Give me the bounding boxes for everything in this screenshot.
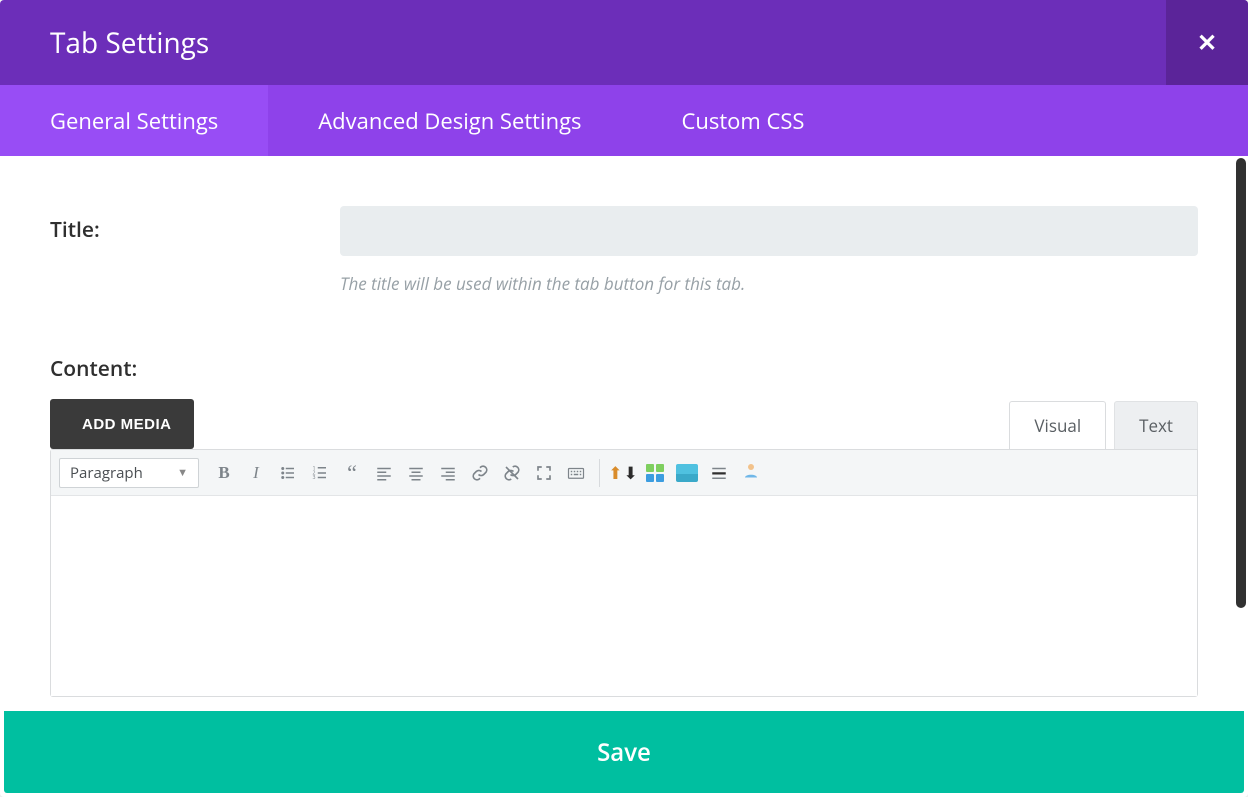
editor-tab-visual[interactable]: Visual <box>1009 401 1106 449</box>
align-left-button[interactable] <box>369 458 399 488</box>
unlink-icon <box>503 464 521 482</box>
chevron-down-icon: ▼ <box>177 465 188 480</box>
highlight-icon <box>676 464 698 482</box>
fullscreen-button[interactable] <box>529 458 559 488</box>
highlight-button[interactable] <box>672 458 702 488</box>
wysiwyg-editor: Paragraph ▼ B I 123 <box>50 449 1198 697</box>
editor-toolbar: Paragraph ▼ B I 123 <box>51 450 1197 496</box>
columns-button[interactable] <box>640 458 670 488</box>
align-left-icon <box>375 464 393 482</box>
number-list-icon: 123 <box>311 464 329 482</box>
vertical-scrollbar[interactable] <box>1236 158 1246 608</box>
quote-icon: “ <box>347 467 357 478</box>
add-media-button[interactable]: ADD MEDIA <box>50 399 194 449</box>
save-label: Save <box>597 736 651 769</box>
tab-advanced-design-settings[interactable]: Advanced Design Settings <box>268 85 631 156</box>
unlink-button[interactable] <box>497 458 527 488</box>
title-hint: The title will be used within the tab bu… <box>340 272 1198 295</box>
field-row-title: Title: The title will be used within the… <box>50 206 1198 295</box>
align-center-button[interactable] <box>401 458 431 488</box>
editor-tab-label: Visual <box>1034 414 1081 437</box>
bold-button[interactable]: B <box>209 458 239 488</box>
add-media-label: ADD MEDIA <box>82 416 172 433</box>
save-button[interactable]: Save <box>4 711 1244 793</box>
modal-body: Title: The title will be used within the… <box>0 156 1248 712</box>
close-icon: ✕ <box>1197 26 1217 59</box>
swap-button[interactable]: ⬆⬇ <box>608 458 638 488</box>
align-right-icon <box>439 464 457 482</box>
columns-icon <box>646 464 664 482</box>
bullet-list-icon <box>279 464 297 482</box>
align-center-icon <box>407 464 425 482</box>
blockquote-button[interactable]: “ <box>337 458 367 488</box>
editor-tab-text[interactable]: Text <box>1114 401 1198 449</box>
editor-tab-label: Text <box>1139 414 1173 437</box>
format-select[interactable]: Paragraph ▼ <box>59 458 199 488</box>
hr-button[interactable] <box>704 458 734 488</box>
italic-icon: I <box>253 463 259 483</box>
swap-icon: ⬆⬇ <box>608 461 638 484</box>
align-right-button[interactable] <box>433 458 463 488</box>
italic-button[interactable]: I <box>241 458 271 488</box>
toolbar-separator <box>599 459 600 487</box>
title-label: Title: <box>50 206 340 244</box>
toolbar-toggle-button[interactable] <box>561 458 591 488</box>
title-field-col: The title will be used within the tab bu… <box>340 206 1198 295</box>
link-button[interactable] <box>465 458 495 488</box>
number-list-button[interactable]: 123 <box>305 458 335 488</box>
tab-custom-css[interactable]: Custom CSS <box>632 85 855 156</box>
tab-general-settings[interactable]: General Settings <box>0 85 268 156</box>
content-label: Content: <box>50 355 1198 383</box>
editor-mode-tabs: Visual Text <box>1009 401 1198 449</box>
close-button[interactable]: ✕ <box>1166 0 1248 85</box>
user-button[interactable] <box>736 458 766 488</box>
user-icon <box>742 461 760 484</box>
settings-tabs: General Settings Advanced Design Setting… <box>0 85 1248 156</box>
modal-title: Tab Settings <box>50 24 209 62</box>
bullet-list-button[interactable] <box>273 458 303 488</box>
tab-settings-modal: Tab Settings ✕ General Settings Advanced… <box>0 0 1248 797</box>
format-select-value: Paragraph <box>70 463 143 483</box>
fullscreen-icon <box>535 464 553 482</box>
link-icon <box>471 464 489 482</box>
keyboard-icon <box>567 464 585 482</box>
editor-textarea[interactable] <box>51 496 1197 696</box>
svg-text:3: 3 <box>313 473 316 481</box>
tab-label: Custom CSS <box>682 106 805 136</box>
bold-icon: B <box>218 463 229 483</box>
editor-top-row: ADD MEDIA Visual Text <box>50 399 1198 449</box>
title-input[interactable] <box>340 206 1198 256</box>
tab-label: General Settings <box>50 106 218 136</box>
hr-icon <box>710 464 728 482</box>
modal-header: Tab Settings ✕ <box>0 0 1248 85</box>
tab-label: Advanced Design Settings <box>318 106 581 136</box>
field-row-content: Content: ADD MEDIA Visual Text <box>50 355 1198 697</box>
